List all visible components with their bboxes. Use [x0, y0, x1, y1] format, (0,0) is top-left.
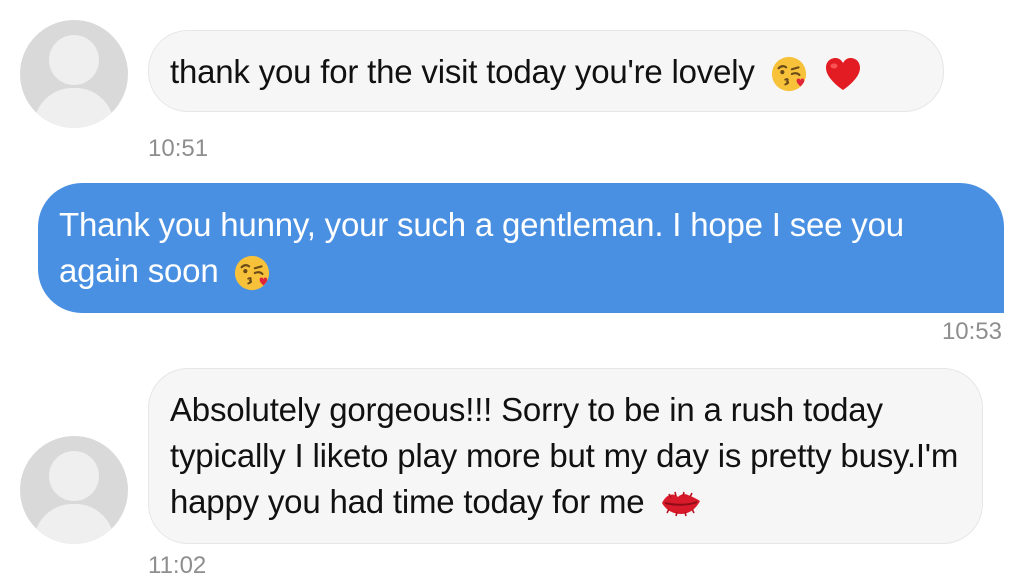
- message-text: Thank you hunny, your such a gentleman. …: [59, 206, 904, 289]
- message-text: thank you for the visit today you're lov…: [170, 53, 755, 90]
- red-heart-icon: [823, 55, 863, 93]
- avatar-head: [49, 35, 99, 85]
- kiss-lips-icon: [659, 487, 703, 521]
- message-bubble-received[interactable]: thank you for the visit today you're lov…: [148, 30, 944, 112]
- message-bubble-received[interactable]: Absolutely gorgeous!!! Sorry to be in a …: [148, 368, 983, 544]
- avatar-body: [34, 504, 114, 544]
- message-timestamp: 11:02: [148, 552, 207, 574]
- kissing-face-icon: [233, 254, 271, 292]
- message-timestamp: 10:51: [148, 135, 209, 162]
- message-timestamp: 10:53: [941, 318, 1002, 345]
- message-text: Absolutely gorgeous!!! Sorry to be in a …: [170, 391, 959, 520]
- avatar-body: [34, 88, 114, 128]
- message-bubble-sent[interactable]: Thank you hunny, your such a gentleman. …: [38, 183, 1004, 313]
- avatar-head: [49, 451, 99, 501]
- message-thread: thank you for the visit today you're lov…: [0, 0, 1024, 574]
- kissing-face-icon: [770, 55, 808, 93]
- avatar[interactable]: [20, 436, 128, 544]
- avatar[interactable]: [20, 20, 128, 128]
